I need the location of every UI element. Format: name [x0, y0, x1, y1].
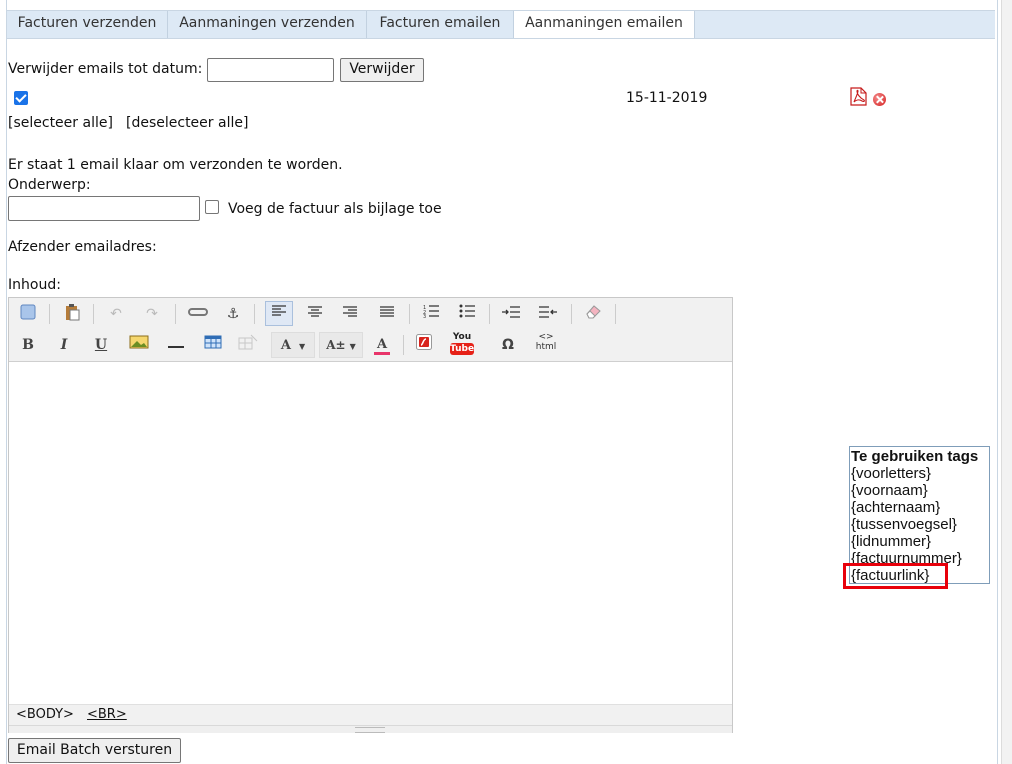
tag-voornaam: {voornaam}	[851, 482, 928, 499]
attach-invoice-checkbox[interactable]	[205, 200, 219, 214]
youtube-top-label: You	[452, 332, 472, 342]
font-format-label: A±	[326, 338, 346, 352]
send-batch-button[interactable]: Email Batch versturen	[8, 738, 181, 763]
html-source-icon[interactable]: <> html	[533, 332, 559, 358]
horizontal-line-icon[interactable]	[165, 334, 187, 356]
font-size-label: A	[280, 338, 291, 353]
subject-input[interactable]	[8, 196, 200, 221]
scrollbar[interactable]	[1001, 0, 1012, 764]
eraser-icon[interactable]	[582, 303, 604, 325]
numbered-list-icon[interactable]: 123	[420, 303, 442, 325]
rich-text-editor: ↶ ↷ ⚓ 123 B I U A ▼ A± ▼ A You Tube Ω <>…	[8, 297, 733, 733]
delete-button[interactable]: Verwijder	[340, 58, 424, 82]
ready-text: Er staat 1 email klaar om verzonden te w…	[8, 157, 343, 173]
deselect-all-link[interactable]: [deselecteer alle]	[126, 115, 248, 131]
editor-toolbar-top: ↶ ↷ ⚓ 123	[9, 298, 732, 330]
chevron-down-icon: ▼	[298, 342, 306, 351]
delete-date-label: Verwijder emails tot datum:	[8, 61, 203, 77]
content-label: Inhoud:	[8, 277, 61, 293]
align-center-icon[interactable]	[304, 303, 326, 325]
tab-facturen-verzenden[interactable]: Facturen verzenden	[7, 11, 168, 38]
tag-voorletters: {voorletters}	[851, 465, 932, 482]
br-tag-path[interactable]: <BR>	[87, 705, 127, 725]
html-top-label: <>	[538, 332, 554, 342]
tab-facturen-emailen[interactable]: Facturen emailen	[367, 11, 514, 38]
editor-content-area[interactable]	[9, 362, 732, 704]
sender-label: Afzender emailadres:	[8, 239, 157, 255]
editor-toolbar-bottom: B I U A ▼ A± ▼ A You Tube Ω <> html	[9, 329, 732, 362]
image-icon[interactable]	[128, 334, 150, 356]
font-format-dropdown[interactable]: A± ▼	[319, 332, 363, 358]
subject-label: Onderwerp:	[8, 177, 91, 193]
email-row-checkbox[interactable]	[14, 91, 28, 105]
new-page-icon[interactable]	[17, 303, 39, 325]
svg-text:3: 3	[423, 314, 426, 318]
body-tag-path[interactable]: <BODY>	[16, 705, 74, 725]
font-size-dropdown[interactable]: A ▼	[271, 332, 315, 358]
tag-lidnummer: {lidnummer}	[851, 533, 932, 550]
font-color-icon[interactable]: A	[371, 333, 393, 355]
tags-title: Te gebruiken tags	[851, 448, 979, 465]
editor-resize-handle[interactable]	[9, 725, 732, 733]
highlight-box	[843, 563, 948, 589]
align-right-icon[interactable]	[339, 303, 361, 325]
italic-icon[interactable]: I	[53, 334, 75, 356]
chevron-down-icon: ▼	[349, 342, 356, 351]
redo-icon[interactable]: ↷	[141, 303, 163, 325]
table-properties-icon[interactable]	[237, 334, 259, 356]
youtube-bottom-label: Tube	[450, 343, 475, 355]
bold-icon[interactable]: B	[17, 334, 39, 356]
tag-tussenvoegsel: {tussenvoegsel}	[851, 516, 957, 533]
special-char-icon[interactable]: Ω	[497, 334, 519, 356]
select-all-link[interactable]: [selecteer alle]	[8, 115, 113, 131]
email-row-date: 15-11-2019	[626, 90, 708, 106]
attach-invoice-label: Voeg de factuur als bijlage toe	[228, 201, 442, 217]
youtube-icon[interactable]: You Tube	[450, 332, 474, 358]
delete-icon[interactable]	[873, 93, 886, 106]
delete-date-input[interactable]	[207, 58, 334, 82]
tab-aanmaningen-emailen[interactable]: Aanmaningen emailen	[514, 11, 695, 38]
editor-statusbar: <BODY> <BR>	[9, 704, 732, 725]
align-left-icon[interactable]	[265, 301, 293, 326]
underline-icon[interactable]: U	[90, 334, 112, 356]
link-icon[interactable]	[187, 303, 209, 325]
tag-achternaam: {achternaam}	[851, 499, 941, 516]
table-icon[interactable]	[202, 334, 224, 356]
pdf-icon[interactable]	[850, 87, 867, 106]
html-bottom-label: html	[535, 342, 557, 352]
anchor-icon[interactable]: ⚓	[222, 303, 244, 325]
paste-icon[interactable]	[61, 303, 83, 325]
justify-icon[interactable]	[376, 303, 398, 325]
tab-aanmaningen-verzenden[interactable]: Aanmaningen verzenden	[168, 11, 367, 38]
flash-icon[interactable]	[413, 334, 435, 356]
bulleted-list-icon[interactable]	[456, 303, 478, 325]
outdent-icon[interactable]	[537, 303, 559, 325]
font-color-label: A	[373, 337, 391, 355]
indent-icon[interactable]	[500, 303, 522, 325]
tab-bar: Facturen verzenden Aanmaningen verzenden…	[7, 10, 995, 39]
undo-icon[interactable]: ↶	[105, 303, 127, 325]
